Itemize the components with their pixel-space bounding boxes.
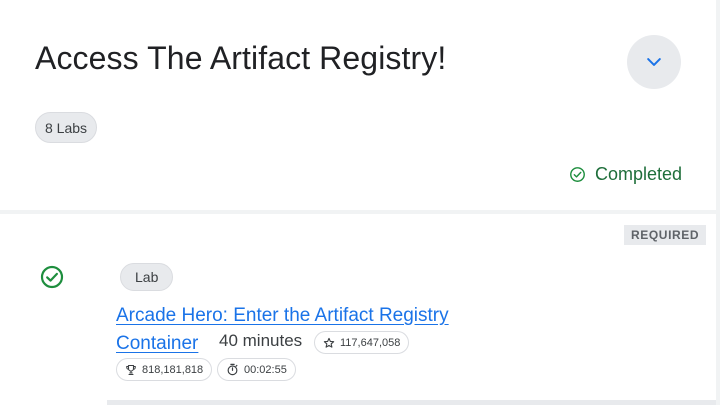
expand-button[interactable] [627,35,681,89]
check-circle-icon [40,265,64,289]
check-circle-icon [570,167,585,182]
lab-title: Arcade Hero: Enter the Artifact Registry… [116,302,496,358]
stopwatch-icon [227,363,238,376]
course-header: Access The Artifact Registry! 8 Labs Com… [0,0,720,210]
course-title: Access The Artifact Registry! [35,40,447,76]
completed-status: Completed [569,164,682,185]
lab-title-link-continued[interactable]: Container [116,333,198,354]
time-chip: 00:02:55 [217,358,296,381]
divider [0,210,720,214]
card-edge [716,0,720,405]
points-value: 818,181,818 [142,363,204,376]
chevron-down-icon [647,58,661,66]
stars-value: 117,647,058 [340,336,401,349]
lab-title-link[interactable]: Arcade Hero: Enter the Artifact Registry [116,305,449,326]
trophy-icon [126,364,136,375]
labs-count-chip: 8 Labs [35,112,98,143]
star-icon [323,337,335,348]
stars-chip: 117,647,058 [314,331,410,354]
completed-label: Completed [595,164,683,184]
divider [107,400,716,405]
time-value: 00:02:55 [244,363,287,376]
lab-duration: 40 minutes [219,331,303,350]
required-badge: REQUIRED [624,225,707,245]
lab-type-chip: Lab [120,263,174,291]
points-chip: 818,181,818 [116,358,213,381]
